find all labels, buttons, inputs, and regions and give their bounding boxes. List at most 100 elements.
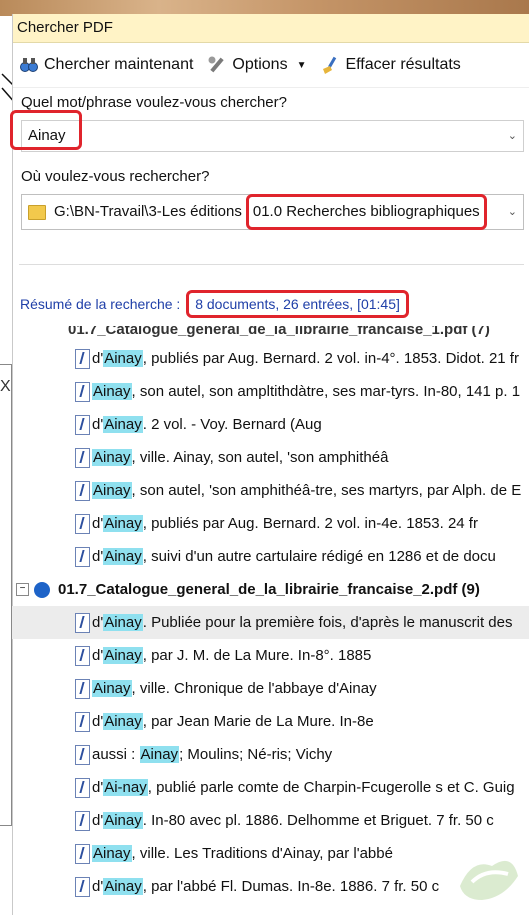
result-text-after: , par J. M. de La Mure. In-8°. 1885 bbox=[142, 647, 372, 664]
result-text: Ainay, ville. Chronique de l'abbaye d'Ai… bbox=[92, 680, 377, 697]
result-text-after: , suivi d'un autre cartulaire rédigé en … bbox=[142, 548, 496, 565]
query-label: Quel mot/phrase voulez-vous chercher? bbox=[21, 94, 287, 111]
search-hit-highlight: Ainay bbox=[103, 548, 143, 565]
document-icon bbox=[75, 547, 90, 567]
result-text: Ainay, son autel, son ampltithdàtre, ses… bbox=[92, 383, 520, 400]
search-hit-highlight: Ainay bbox=[103, 647, 143, 664]
result-text: aussi : Ainay; Moulins; Né-ris; Vichy bbox=[92, 746, 332, 763]
wrench-icon bbox=[208, 56, 225, 73]
document-icon bbox=[75, 415, 90, 435]
result-text-after: , publiés par Aug. Bernard. 2 vol. in-4e… bbox=[142, 515, 478, 532]
chevron-down-icon[interactable]: ⌄ bbox=[508, 195, 517, 229]
result-row[interactable]: Ainay, ville. Chronique de l'abbaye d'Ai… bbox=[12, 672, 529, 705]
result-text: d'Ainay, publiés par Aug. Bernard. 2 vol… bbox=[92, 350, 519, 367]
result-text: Ainay, son autel, 'son amphithéâ-tre, se… bbox=[92, 482, 521, 499]
result-text-after: , ville. Ainay, son autel, 'son amphithé… bbox=[131, 449, 389, 466]
result-text-before: d' bbox=[92, 647, 104, 664]
result-row[interactable]: aussi : Ainay; Moulins; Né-ris; Vichy bbox=[12, 738, 529, 771]
search-now-button[interactable]: Chercher maintenant bbox=[19, 55, 193, 75]
pdf-file-icon bbox=[34, 581, 50, 598]
document-icon bbox=[75, 382, 90, 402]
result-text-before: d' bbox=[92, 878, 104, 895]
options-button[interactable]: Options ▼ bbox=[207, 55, 306, 75]
result-text-after: . In-80 avec pl. 1886. Delhomme et Brigu… bbox=[142, 812, 494, 829]
result-text-after: , ville. Chronique de l'abbaye d'Ainay bbox=[131, 680, 377, 697]
watermark-logo-icon bbox=[460, 860, 518, 900]
result-row[interactable]: Ainay, son autel, son ampltithdàtre, ses… bbox=[12, 375, 529, 408]
search-hit-highlight: Ainay bbox=[92, 449, 132, 466]
search-hit-highlight: Ainay bbox=[103, 614, 143, 631]
document-icon bbox=[75, 778, 90, 798]
result-text: d'Ai-nay, publié parle comte de Charpin-… bbox=[92, 779, 515, 796]
document-icon bbox=[75, 745, 90, 765]
search-hit-highlight: Ainay bbox=[103, 515, 143, 532]
location-path: G:\BN-Travail\3-Les éditions bbox=[54, 203, 242, 220]
result-row[interactable]: Ainay, ville. Ainay, son autel, 'son amp… bbox=[12, 441, 529, 474]
result-text: d'Ainay, suivi d'un autre cartulaire réd… bbox=[92, 548, 496, 565]
result-row[interactable]: d'Ainay. Publiée pour la première fois, … bbox=[12, 606, 529, 639]
divider bbox=[19, 264, 524, 265]
query-input[interactable]: Ainay ⌄ bbox=[21, 120, 524, 152]
document-icon bbox=[75, 481, 90, 501]
file-row[interactable]: − 01.7_Catalogue_general_de_la_librairie… bbox=[12, 573, 529, 606]
file-row-clipped[interactable]: 01.7_Catalogue_general_de_la_librairie_f… bbox=[12, 326, 529, 342]
result-text-after: ; Moulins; Né-ris; Vichy bbox=[179, 746, 333, 763]
document-icon bbox=[75, 448, 90, 468]
search-hit-highlight: Ai-nay bbox=[103, 779, 148, 796]
result-text: Ainay, ville. Ainay, son autel, 'son amp… bbox=[92, 449, 388, 466]
result-text: d'Ainay. Publiée pour la première fois, … bbox=[92, 614, 512, 631]
search-now-label: Chercher maintenant bbox=[44, 56, 194, 73]
result-text-before: d' bbox=[92, 779, 104, 796]
brush-icon bbox=[323, 56, 337, 74]
result-text-after: . 2 vol. - Voy. Bernard (Aug bbox=[142, 416, 322, 433]
result-text-before: d' bbox=[92, 416, 104, 433]
result-text-after: . Publiée pour la première fois, d'après… bbox=[142, 614, 513, 631]
file-name: 01.7_Catalogue_general_de_la_librairie_f… bbox=[58, 581, 480, 598]
search-hit-highlight: Ainay bbox=[103, 878, 143, 895]
clear-results-button[interactable]: Effacer résultats bbox=[320, 55, 461, 75]
close-icon[interactable]: X bbox=[0, 378, 11, 396]
results-tree[interactable]: 01.7_Catalogue_general_de_la_librairie_f… bbox=[12, 326, 529, 901]
search-summary: Résumé de la recherche : 8 documents, 26… bbox=[20, 290, 409, 318]
document-icon bbox=[75, 811, 90, 831]
document-icon bbox=[75, 613, 90, 633]
result-text-after: , publiés par Aug. Bernard. 2 vol. in-4°… bbox=[142, 350, 519, 367]
summary-label: Résumé de la recherche : bbox=[20, 296, 181, 312]
search-hit-highlight: Ainay bbox=[103, 713, 143, 730]
search-hit-highlight: Ainay bbox=[92, 482, 132, 499]
result-row[interactable]: d'Ainay, suivi d'un autre cartulaire réd… bbox=[12, 540, 529, 573]
result-text: Ainay, ville. Les Traditions d'Ainay, pa… bbox=[92, 845, 393, 862]
chevron-down-icon[interactable]: ⌄ bbox=[508, 121, 517, 151]
result-row[interactable]: d'Ainay. In-80 avec pl. 1886. Delhomme e… bbox=[12, 804, 529, 837]
result-row[interactable]: d'Ainay, par Jean Marie de La Mure. In-8… bbox=[12, 705, 529, 738]
result-text-before: d' bbox=[92, 515, 104, 532]
location-select[interactable]: G:\BN-Travail\3-Les éditions 01.0 Recher… bbox=[21, 194, 524, 230]
query-annotation-box bbox=[10, 110, 82, 150]
result-row[interactable]: d'Ainay. 2 vol. - Voy. Bernard (Aug bbox=[12, 408, 529, 441]
result-text-before: d' bbox=[92, 614, 104, 631]
search-hit-highlight: Ainay bbox=[92, 680, 132, 697]
result-row[interactable]: d'Ainay, publiés par Aug. Bernard. 2 vol… bbox=[12, 342, 529, 375]
window-title: Chercher PDF bbox=[13, 14, 529, 43]
result-row[interactable]: d'Ai-nay, publié parle comte de Charpin-… bbox=[12, 771, 529, 804]
document-icon bbox=[75, 679, 90, 699]
result-text: d'Ainay. In-80 avec pl. 1886. Delhomme e… bbox=[92, 812, 494, 829]
result-text-after: , ville. Les Traditions d'Ainay, par l'a… bbox=[131, 845, 393, 862]
result-row[interactable]: d'Ainay, par J. M. de La Mure. In-8°. 18… bbox=[12, 639, 529, 672]
background-dialog-edge bbox=[0, 364, 12, 826]
document-icon bbox=[75, 844, 90, 864]
document-icon bbox=[75, 514, 90, 534]
result-row[interactable]: d'Ainay, publiés par Aug. Bernard. 2 vol… bbox=[12, 507, 529, 540]
result-text-before: d' bbox=[92, 812, 104, 829]
options-label: Options bbox=[232, 56, 288, 73]
binoculars-icon bbox=[20, 58, 38, 72]
location-label: Où voulez-vous rechercher? bbox=[21, 168, 210, 185]
result-text-before: d' bbox=[92, 350, 104, 367]
search-hit-highlight: Ainay bbox=[92, 845, 132, 862]
result-text-after: , par Jean Marie de La Mure. In-8e bbox=[142, 713, 374, 730]
document-icon bbox=[75, 712, 90, 732]
collapse-icon[interactable]: − bbox=[16, 583, 29, 596]
search-hit-highlight: Ainay bbox=[103, 416, 143, 433]
result-text: d'Ainay, publiés par Aug. Bernard. 2 vol… bbox=[92, 515, 478, 532]
result-row[interactable]: Ainay, son autel, 'son amphithéâ-tre, se… bbox=[12, 474, 529, 507]
